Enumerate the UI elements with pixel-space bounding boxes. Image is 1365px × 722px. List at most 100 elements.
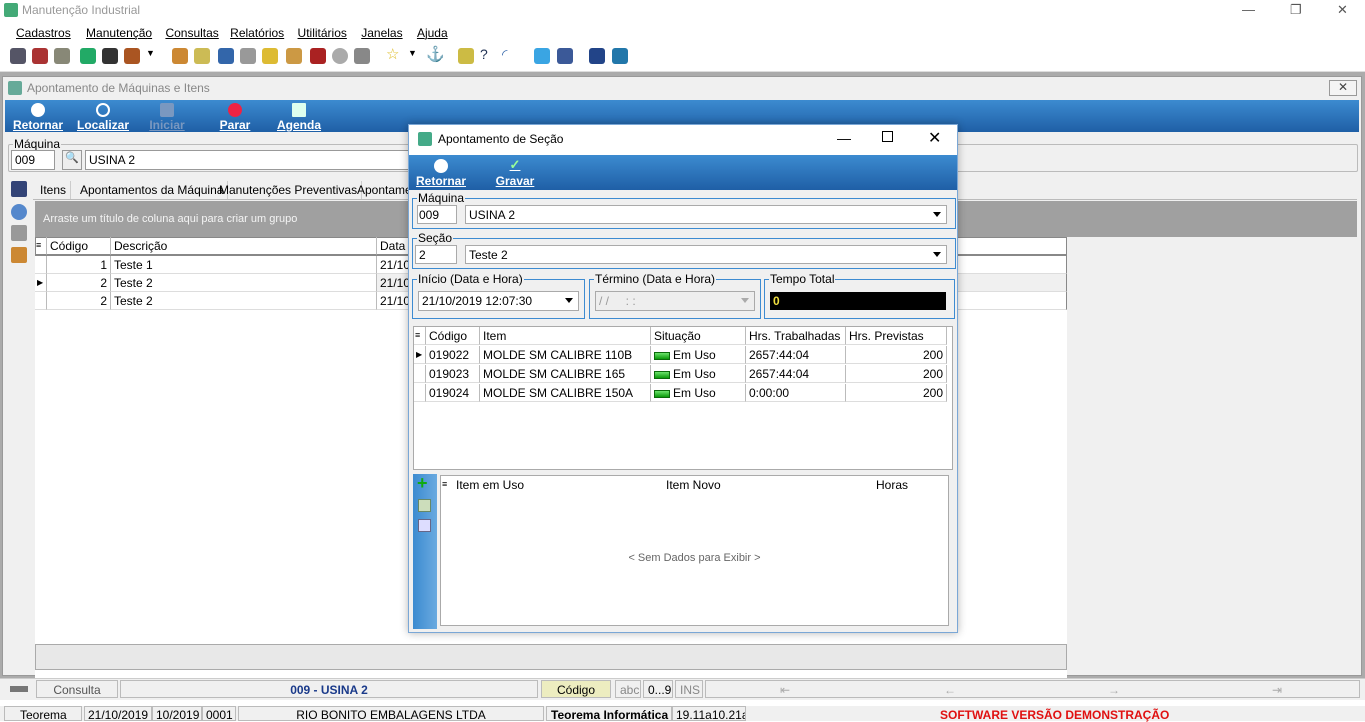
search-button[interactable]: 🔍 <box>62 150 82 170</box>
sub-grid-menu-icon[interactable]: ≡ <box>441 476 453 494</box>
item-row-trab[interactable]: 2657:44:04 <box>746 365 846 383</box>
dialog-close-button[interactable]: ✕ <box>928 128 941 148</box>
tab-apontamentos-maquina[interactable]: Apontamentos da Máquina <box>76 181 229 199</box>
help-icon[interactable]: ? <box>480 46 496 62</box>
dialog-header-codigo[interactable]: Código <box>426 327 480 345</box>
chart-icon[interactable] <box>286 48 302 64</box>
menu-utilitarios[interactable]: Utilitários <box>298 26 347 40</box>
side-calendar-icon[interactable] <box>11 247 27 263</box>
dialog-header-trab[interactable]: Hrs. Trabalhadas <box>746 327 846 345</box>
dialog-maquina-select[interactable]: USINA 2 <box>465 205 947 224</box>
item-row-item[interactable]: MOLDE SM CALIBRE 165 <box>480 365 651 383</box>
table-row-codigo[interactable]: 1 <box>47 256 111 274</box>
list-icon[interactable] <box>10 48 26 64</box>
dialog-header-item[interactable]: Item <box>480 327 651 345</box>
dialog-minimize-button[interactable]: — <box>837 130 851 146</box>
star-icon[interactable]: ☆ <box>386 45 402 63</box>
child-close-button[interactable]: ✕ <box>1329 80 1357 96</box>
close-button[interactable]: ✕ <box>1337 2 1348 18</box>
star-dropdown-icon[interactable]: ▼ <box>408 48 418 64</box>
grid-menu-icon[interactable]: ≡ <box>35 237 47 255</box>
dialog-maquina-code[interactable]: 009 <box>417 205 457 224</box>
gear-icon[interactable] <box>332 48 348 64</box>
dialog-maximize-button[interactable] <box>882 131 893 142</box>
anchor-icon[interactable]: ⚓ <box>426 45 445 63</box>
tab-itens[interactable]: Itens <box>36 181 72 199</box>
add-user-icon[interactable] <box>354 48 370 64</box>
printer-icon[interactable] <box>310 48 326 64</box>
facebook-icon[interactable] <box>557 48 573 64</box>
menu-ajuda[interactable]: Ajuda <box>417 26 448 40</box>
table-row-codigo[interactable]: 2 <box>47 274 111 292</box>
menu-manutencao[interactable]: Manutenção <box>86 26 152 40</box>
item-row-situacao[interactable]: Em Uso <box>651 384 746 402</box>
item-row-codigo[interactable]: 019023 <box>426 365 480 383</box>
globe-icon[interactable] <box>80 48 96 64</box>
item-row-situacao[interactable]: Em Uso <box>651 346 746 364</box>
computer-icon[interactable] <box>218 48 234 64</box>
dialog-secao-code[interactable]: 2 <box>415 245 457 264</box>
side-clock-icon[interactable] <box>11 204 27 220</box>
item-row-prev[interactable]: 200 <box>846 365 947 383</box>
item-row-trab[interactable]: 0:00:00 <box>746 384 846 402</box>
table-row-descricao[interactable]: Teste 2 <box>111 274 377 292</box>
menu-relatorios[interactable]: Relatórios <box>230 26 284 40</box>
minimize-button[interactable]: — <box>1242 2 1255 17</box>
dialog-grid-menu-icon[interactable]: ≡ <box>414 327 426 345</box>
monitor-icon[interactable] <box>589 48 605 64</box>
menu-cadastros[interactable]: Cadastros <box>16 26 71 40</box>
menu-janelas[interactable]: Janelas <box>361 26 402 40</box>
grid-header-descricao[interactable]: Descrição <box>111 237 377 255</box>
item-row-codigo[interactable]: 019024 <box>426 384 480 402</box>
restore-button[interactable]: ❐ <box>1290 2 1302 18</box>
parar-button[interactable]: Parar <box>213 103 257 132</box>
side-tool-icon[interactable] <box>11 225 27 241</box>
dialog-header-prev[interactable]: Hrs. Previstas <box>846 327 947 345</box>
document-icon[interactable] <box>240 48 256 64</box>
table-row-descricao[interactable]: Teste 2 <box>111 292 377 310</box>
sub-header-item-uso[interactable]: Item em Uso <box>453 476 663 494</box>
tab-manutencoes-preventivas[interactable]: Manutenções Preventivas <box>215 181 363 199</box>
prev-record-icon[interactable]: ← <box>944 683 956 697</box>
maquina-name-input[interactable]: USINA 2 <box>85 150 415 170</box>
lock-icon[interactable] <box>262 48 278 64</box>
agenda-button[interactable]: Agenda <box>275 103 323 132</box>
sub-header-item-novo[interactable]: Item Novo <box>663 476 873 494</box>
grid-header-codigo[interactable]: Código <box>47 237 111 255</box>
dialog-header-situacao[interactable]: Situação <box>651 327 746 345</box>
next-record-icon[interactable]: → <box>1108 683 1120 697</box>
refresh-icon[interactable] <box>418 519 431 532</box>
folder-icon[interactable] <box>458 48 474 64</box>
side-edit-icon[interactable] <box>11 181 27 197</box>
item-row-prev[interactable]: 200 <box>846 384 947 402</box>
twitter-icon[interactable] <box>534 48 550 64</box>
table-row-codigo[interactable]: 2 <box>47 292 111 310</box>
inicio-datetime-input[interactable]: 21/10/2019 12:07:30 <box>418 291 579 311</box>
maquina-code-input[interactable]: 009 <box>11 150 55 170</box>
tools-icon[interactable] <box>32 48 48 64</box>
forklift-icon[interactable] <box>102 48 118 64</box>
menu-consultas[interactable]: Consultas <box>165 26 218 40</box>
edit-icon[interactable] <box>418 499 431 512</box>
dialog-secao-select[interactable]: Teste 2 <box>465 245 947 264</box>
first-record-icon[interactable]: ⇤ <box>780 683 790 697</box>
localizar-button[interactable]: Localizar <box>75 103 131 132</box>
termino-datetime-input[interactable]: / / : : <box>595 291 755 311</box>
dialog-retornar-button[interactable]: Retornar <box>413 159 469 188</box>
item-row-situacao[interactable]: Em Uso <box>651 365 746 383</box>
sub-header-horas[interactable]: Horas <box>873 476 948 494</box>
iniciar-button[interactable]: Iniciar <box>145 103 189 132</box>
dropdown-icon[interactable]: ▼ <box>146 48 156 64</box>
signal-icon[interactable]: ◜ <box>502 46 518 62</box>
users-icon[interactable] <box>172 48 188 64</box>
item-row-codigo[interactable]: 019022 <box>426 346 480 364</box>
item-row-item[interactable]: MOLDE SM CALIBRE 110B <box>480 346 651 364</box>
clipboard-icon[interactable] <box>54 48 70 64</box>
add-icon[interactable]: + <box>417 474 428 492</box>
calendar-icon[interactable] <box>194 48 210 64</box>
box-icon[interactable] <box>124 48 140 64</box>
item-row-trab[interactable]: 2657:44:04 <box>746 346 846 364</box>
table-row-descricao[interactable]: Teste 1 <box>111 256 377 274</box>
item-row-prev[interactable]: 200 <box>846 346 947 364</box>
last-record-icon[interactable]: ⇥ <box>1272 683 1282 697</box>
